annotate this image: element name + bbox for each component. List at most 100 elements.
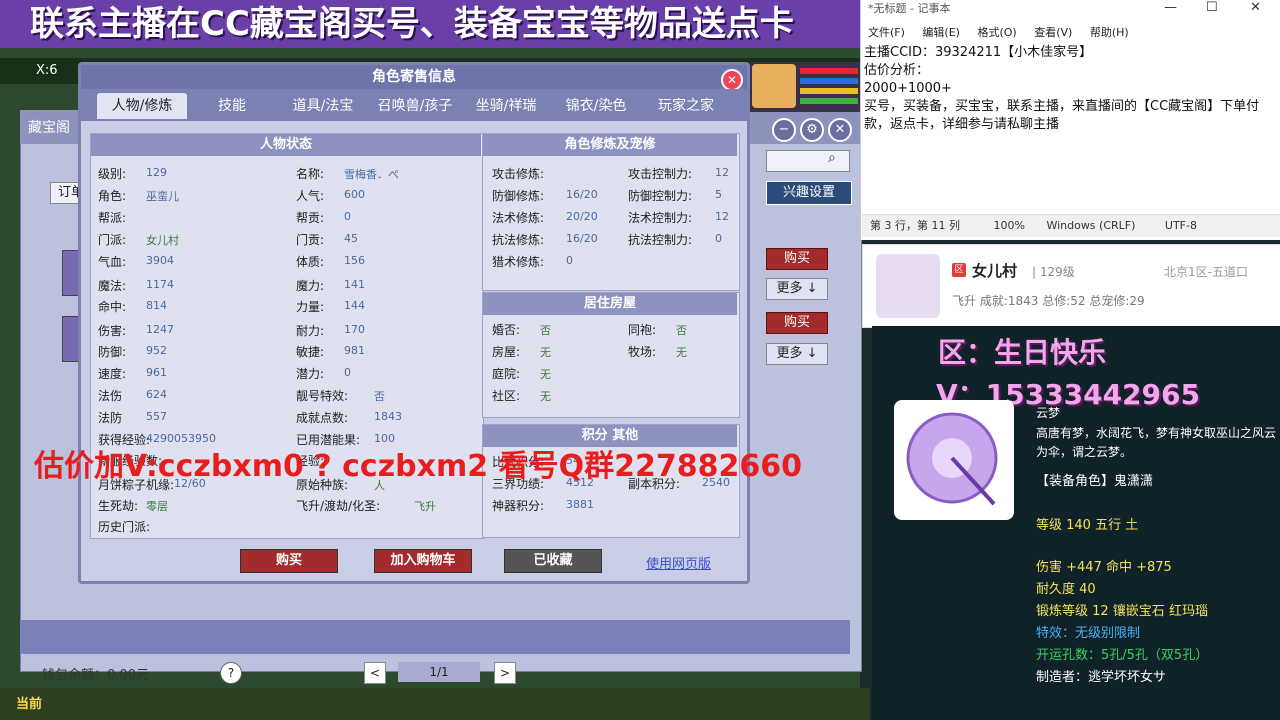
field-value: 无 [540,346,551,359]
page-prev-button[interactable]: < [364,662,386,684]
page-next-button[interactable]: > [494,662,516,684]
search-icon[interactable]: ⌕ [828,150,846,168]
field-value: 无 [676,346,687,359]
coord-readout: X:6 [36,63,58,78]
item-description: 高唐有梦，水阔花飞，梦有神女取巫山之风云为伞，谓之云梦。 [1036,426,1277,459]
add-to-cart-button[interactable]: 加入购物车 [374,549,472,573]
buy-button[interactable]: 购买 [766,312,828,334]
field-label: 法术修炼: [492,211,545,225]
field-value: 16/20 [566,232,598,245]
tab-mounts[interactable]: 坐骑/祥瑞 [466,93,546,119]
field-value: 3881 [566,498,594,511]
menu-edit[interactable]: 编辑(E) [922,26,960,39]
field-label: 敏捷: [296,345,325,359]
tab-character[interactable]: 人物/修炼 [97,93,187,119]
buy-button[interactable]: 购买 [766,248,828,270]
tab-items[interactable]: 道具/法宝 [282,93,364,119]
field-label: 成就点数: [296,411,349,425]
notepad-text-area[interactable]: 主播CCID：39324211【小木佳家号】 估价分析： 2000+1000+ … [864,44,1274,134]
field-value: 814 [146,299,167,312]
player-avatar[interactable] [752,64,796,108]
tab-pets[interactable]: 召唤兽/孩子 [370,93,460,119]
field-label: 魔法: [98,279,127,293]
section-title: 人物状态 [91,134,481,156]
field-label: 人气: [296,189,325,203]
field-label: 魔力: [296,279,325,293]
field-label: 速度: [98,367,127,381]
field-value: 12 [715,210,729,223]
field-label: 命中: [98,300,127,314]
field-label: 门派: [98,233,127,247]
store-footer-strip [20,620,850,654]
field-value: 1843 [374,410,402,423]
gear-icon[interactable]: ⚙ [800,118,824,142]
field-label: 猎术修炼: [492,255,545,269]
field-label: 神器积分: [492,499,545,513]
item-maker: 制造者：逃学坏坏女サ [1036,670,1167,685]
item-holes: 开运孔数：5孔/5孔（双5孔） [1036,648,1209,663]
cursor-position: 第 3 行，第 11 列 [870,219,960,232]
field-label: 法伤 [98,389,123,403]
field-label: 帮派: [98,211,127,225]
field-value: 129 [146,166,167,179]
notepad-title: *无标题 - 记事本 [868,2,951,15]
field-label: 靓号特效: [296,389,349,403]
menu-help[interactable]: 帮助(H) [1090,26,1129,39]
field-label: 同袍: [628,323,657,337]
close-icon[interactable]: ✕ [1250,0,1261,15]
field-value: 女儿村 [146,234,179,247]
field-value: 0 [715,232,722,245]
field-value: 0 [344,210,351,223]
field-label: 力量: [296,300,325,314]
character-name: 女儿村 [972,262,1018,280]
menu-format[interactable]: 格式(O) [977,26,1016,39]
mp-bar [800,78,858,84]
current-channel-label[interactable]: 当前 [16,693,42,712]
field-label: 耐力: [296,324,325,338]
buy-button[interactable]: 购买 [240,549,338,573]
field-value: 0 [344,366,351,379]
field-label: 防御: [98,345,127,359]
item-equip-role: 【装备角色】鬼潇潇 [1036,474,1154,489]
web-version-link[interactable]: 使用网页版 [646,553,711,572]
tab-home[interactable]: 玩家之家 [646,93,726,119]
field-label: 社区: [492,389,521,403]
server-name: 北京1区-五道口 [1164,265,1248,279]
field-value: 20/20 [566,210,598,223]
tab-outfits[interactable]: 锦衣/染色 [556,93,636,119]
field-value: 零层 [146,500,168,513]
interest-settings-button[interactable]: 兴趣设置 [766,181,852,205]
field-label: 防御控制力: [628,189,693,203]
menu-view[interactable]: 查看(V) [1034,26,1072,39]
tab-skills[interactable]: 技能 [200,93,264,119]
menu-file[interactable]: 文件(F) [868,26,905,39]
maximize-icon[interactable]: ☐ [1206,0,1218,15]
item-durability: 耐久度 40 [1036,582,1096,597]
minimize-icon[interactable]: — [1164,0,1177,15]
favorited-button[interactable]: 已收藏 [504,549,602,573]
minimize-icon[interactable]: − [772,118,796,142]
field-label: 抗法控制力: [628,233,693,247]
close-icon[interactable]: ✕ [721,69,743,91]
character-avatar [876,254,940,318]
more-button[interactable]: 更多 ↓ [766,278,828,300]
more-button[interactable]: 更多 ↓ [766,343,828,365]
section-title: 角色修炼及宠修 [483,134,737,156]
help-icon[interactable]: ? [220,662,242,684]
field-value: 雪梅香．ぺ [344,168,399,181]
field-value: 12 [715,166,729,179]
close-icon[interactable]: ✕ [828,118,852,142]
text-line: 2000+1000+ [864,81,952,96]
field-value: 否 [540,324,551,337]
field-value: 144 [344,299,365,312]
field-value: 无 [540,390,551,403]
field-value: 156 [344,254,365,267]
overlay-promo-text: 区：生日快乐 [938,336,1107,369]
field-value: 624 [146,388,167,401]
field-label: 飞升/渡劫/化圣: [296,499,381,513]
field-value: 3904 [146,254,174,267]
field-label: 级别: [98,167,127,181]
field-value: 45 [344,232,358,245]
exp-bar [800,98,858,104]
field-label: 生死劫: [98,499,139,513]
